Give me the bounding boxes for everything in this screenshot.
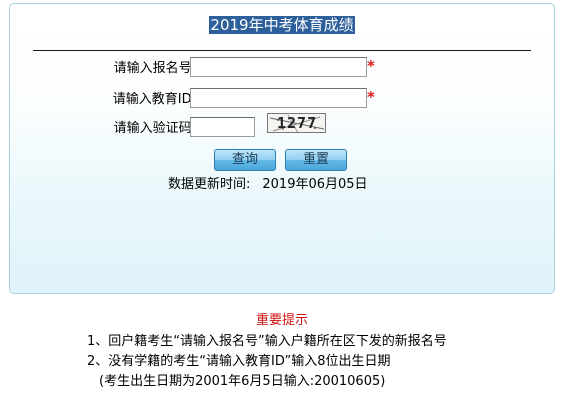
query-button[interactable]: 查询 xyxy=(214,149,276,171)
captcha-input[interactable] xyxy=(190,117,255,137)
update-time-label: 数据更新时间: xyxy=(168,177,251,192)
note-item-2: 2、没有学籍的考生“请输入教育ID”输入8位出生日期 xyxy=(87,354,391,369)
page-title-text: 2019年中考体育成绩 xyxy=(209,16,355,34)
education-id-label: 请输入教育ID: xyxy=(112,92,196,107)
captcha-label: 请输入验证码: xyxy=(113,121,196,136)
registration-number-label: 请输入报名号: xyxy=(113,61,196,76)
note-item-1: 1、回户籍考生“请输入报名号”输入户籍所在区下发的新报名号 xyxy=(87,334,447,349)
title-divider xyxy=(33,50,531,51)
reset-button[interactable]: 重置 xyxy=(285,149,347,171)
update-time-value: 2019年06月05日 xyxy=(262,177,368,192)
education-id-input[interactable] xyxy=(190,88,367,108)
notes-title: 重要提示 xyxy=(255,313,308,328)
score-query-panel: 2019年中考体育成绩 xyxy=(9,3,555,294)
education-id-required-mark: * xyxy=(367,88,375,106)
registration-number-input[interactable] xyxy=(190,57,367,77)
captcha-image[interactable]: 1277 xyxy=(267,113,326,133)
page-title: 2019年中考体育成绩 xyxy=(10,16,554,35)
note-item-3: (考生出生日期为2001年6月5日输入:20010605) xyxy=(99,374,386,389)
registration-number-required-mark: * xyxy=(367,57,375,75)
captcha-text: 1277 xyxy=(277,114,318,132)
page: 2019年中考体育成绩 请输入报名号: * 请输入教育ID: * 请输入验证码:… xyxy=(0,0,564,405)
data-update-time: 数据更新时间: 2019年06月05日 xyxy=(168,177,368,193)
